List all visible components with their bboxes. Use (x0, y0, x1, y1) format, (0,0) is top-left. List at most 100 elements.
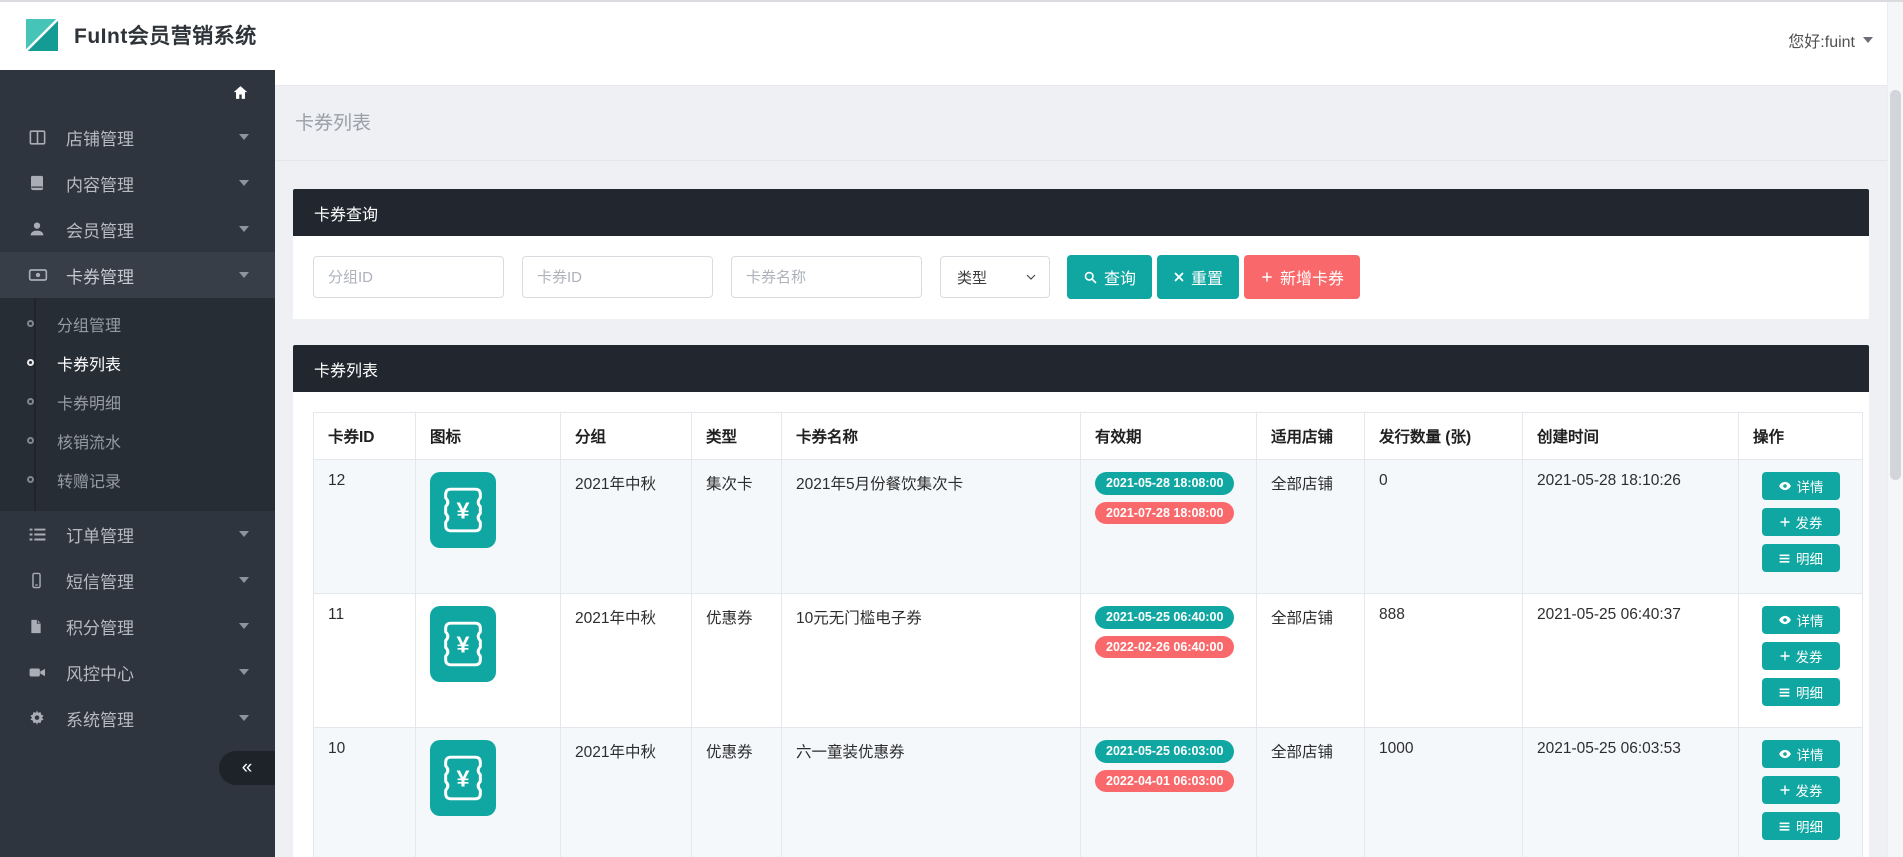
sidebar-item-risk[interactable]: 风控中心 (0, 649, 275, 695)
issue-button[interactable]: 发券 (1762, 776, 1840, 804)
sidebar-collapse-button[interactable]: « (219, 751, 275, 785)
main-content: 卡券列表 卡券查询 类型 查询 (275, 86, 1887, 857)
cell-stores: 全部店铺 (1257, 594, 1365, 728)
sidebar-item-label: 风控中心 (66, 660, 239, 685)
search-icon (1083, 270, 1098, 285)
valid-to-badge: 2022-04-01 06:03:00 (1095, 770, 1234, 793)
list-card-title: 卡券列表 (314, 357, 378, 381)
list-icon (1778, 552, 1791, 565)
query-card-title: 卡券查询 (314, 201, 378, 225)
valid-from-badge: 2021-05-25 06:03:00 (1095, 740, 1234, 763)
eye-icon (1778, 613, 1792, 627)
list-icon (1778, 820, 1791, 833)
table-header-row: 卡券ID 图标 分组 类型 卡券名称 有效期 适用店铺 发行数量 (张) 创建时… (314, 413, 1863, 460)
list-icon (28, 524, 48, 544)
items-button[interactable]: 明细 (1762, 544, 1840, 572)
issue-button[interactable]: 发券 (1762, 642, 1840, 670)
gear-icon (28, 708, 48, 728)
type-select[interactable]: 类型 (940, 256, 1050, 298)
sidebar-item-order[interactable]: 订单管理 (0, 511, 275, 557)
user-menu[interactable]: 您好:fuint (1788, 28, 1873, 52)
cell-coupon-id: 12 (314, 460, 416, 594)
logo-icon (24, 17, 60, 53)
cell-quantity: 0 (1365, 460, 1523, 594)
sidebar-item-coupon[interactable]: 卡券管理 (0, 252, 275, 298)
video-icon (28, 662, 48, 682)
chevron-down-icon (239, 226, 249, 232)
chevron-down-icon (1025, 271, 1037, 283)
svg-text:¥: ¥ (456, 766, 469, 792)
sidebar-subitem-group-manage[interactable]: 分组管理 (0, 304, 275, 343)
sidebar-subitem-coupon-detail[interactable]: 卡券明细 (0, 382, 275, 421)
cell-created: 2021-05-28 18:10:26 (1523, 460, 1739, 594)
group-id-input[interactable] (313, 256, 504, 298)
cell-actions: 详情 发券 (1739, 728, 1863, 857)
valid-from-badge: 2021-05-25 06:40:00 (1095, 606, 1234, 629)
valid-from-badge: 2021-05-28 18:08:00 (1095, 472, 1234, 495)
issue-button[interactable]: 发券 (1762, 508, 1840, 536)
scrollbar-thumb[interactable] (1890, 90, 1901, 480)
col-header-name: 卡券名称 (782, 413, 1081, 460)
cell-type: 集次卡 (692, 460, 782, 594)
items-button[interactable]: 明细 (1762, 812, 1840, 840)
col-header-type: 类型 (692, 413, 782, 460)
detail-button[interactable]: 详情 (1762, 740, 1840, 768)
submenu-label: 分组管理 (57, 312, 121, 336)
sidebar-subitem-coupon-list[interactable]: 卡券列表 (0, 343, 275, 382)
sidebar-item-label: 系统管理 (66, 706, 239, 731)
sidebar-item-member[interactable]: 会员管理 (0, 206, 275, 252)
sidebar-item-sms[interactable]: 短信管理 (0, 557, 275, 603)
chevron-down-icon (239, 180, 249, 186)
plus-icon (1779, 650, 1791, 662)
eye-icon (1778, 479, 1792, 493)
coupon-list-card: 卡券列表 卡券ID 图标 分组 类型 (293, 345, 1869, 857)
sidebar-item-content[interactable]: 内容管理 (0, 160, 275, 206)
cell-quantity: 888 (1365, 594, 1523, 728)
cell-created: 2021-05-25 06:03:53 (1523, 728, 1739, 857)
detail-button[interactable]: 详情 (1762, 606, 1840, 634)
sidebar-home-button[interactable] (0, 70, 275, 114)
close-icon (1173, 271, 1185, 283)
chevron-down-icon (239, 669, 249, 675)
list-icon (1778, 686, 1791, 699)
cell-coupon-id: 11 (314, 594, 416, 728)
search-button[interactable]: 查询 (1067, 255, 1152, 299)
valid-to-badge: 2021-07-28 18:08:00 (1095, 502, 1234, 525)
coupon-table: 卡券ID 图标 分组 类型 卡券名称 有效期 适用店铺 发行数量 (张) 创建时… (313, 412, 1863, 857)
cell-name: 六一童装优惠券 (782, 728, 1081, 857)
cell-coupon-id: 10 (314, 728, 416, 857)
sidebar-subitem-give-log[interactable]: 转赠记录 (0, 460, 275, 499)
cell-coupon-icon: ¥ (416, 460, 561, 594)
sidebar-subitem-confirm-log[interactable]: 核销流水 (0, 421, 275, 460)
sidebar-item-store[interactable]: 店铺管理 (0, 114, 275, 160)
user-greeting: 您好:fuint (1788, 28, 1855, 52)
cell-group: 2021年中秋 (561, 594, 692, 728)
col-header-validity: 有效期 (1081, 413, 1257, 460)
col-header-id: 卡券ID (314, 413, 416, 460)
coupon-id-input[interactable] (522, 256, 713, 298)
reset-button[interactable]: 重置 (1157, 255, 1239, 299)
scrollbar-track[interactable] (1887, 2, 1903, 857)
items-button[interactable]: 明细 (1762, 678, 1840, 706)
submenu-label: 卡券列表 (57, 351, 121, 375)
svg-text:¥: ¥ (456, 498, 469, 524)
coupon-name-input[interactable] (731, 256, 922, 298)
cell-validity: 2021-05-28 18:08:00 2021-07-28 18:08:00 (1081, 460, 1257, 594)
coupon-ticket-icon: ¥ (430, 606, 496, 682)
eye-icon (1778, 747, 1792, 761)
sidebar-item-system[interactable]: 系统管理 (0, 695, 275, 741)
cell-validity: 2021-05-25 06:03:00 2022-04-01 06:03:00 (1081, 728, 1257, 857)
cell-actions: 详情 发券 (1739, 594, 1863, 728)
cell-name: 2021年5月份餐饮集次卡 (782, 460, 1081, 594)
chevron-down-icon (239, 531, 249, 537)
coupon-ticket-icon: ¥ (430, 740, 496, 816)
cell-quantity: 1000 (1365, 728, 1523, 857)
sidebar-item-points[interactable]: 积分管理 (0, 603, 275, 649)
cell-type: 优惠券 (692, 728, 782, 857)
add-coupon-button[interactable]: 新增卡券 (1244, 255, 1360, 299)
book-icon (28, 173, 48, 193)
detail-button[interactable]: 详情 (1762, 472, 1840, 500)
sidebar-item-label: 会员管理 (66, 217, 239, 242)
app-title: FuInt会员营销系统 (74, 20, 257, 50)
type-select-value: 类型 (957, 267, 987, 288)
